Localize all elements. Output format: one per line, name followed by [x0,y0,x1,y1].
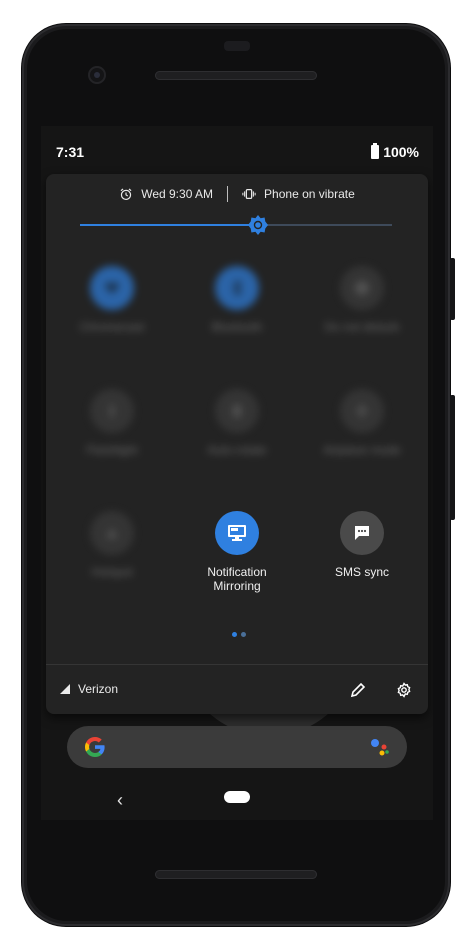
tile-sms-sync[interactable]: SMS sync [302,511,422,579]
footer-divider [46,664,428,665]
page-dot[interactable] [241,632,246,637]
carrier-name: Verizon [78,682,119,696]
tile-bluetooth[interactable]: Bluetooth [177,266,297,334]
volume-button [450,395,455,520]
tile-flashlight-circle [90,389,134,433]
tile-hotspot-circle [90,511,134,555]
hotspot-icon [106,528,118,538]
qs-header: Wed 9:30 AM Phone on vibrate [46,184,428,204]
tile-label: Bluetooth [211,320,263,334]
tile-notification-mirroring[interactable]: Notification Mirroring [177,511,297,593]
bottom-speaker [155,870,317,879]
tile-label: Do not disturb [324,320,400,334]
signal-icon [60,684,70,694]
tile-airplane-circle [340,389,384,433]
tile-auto-rotate-circle [215,389,259,433]
flashlight-icon [110,405,114,417]
message-icon [355,526,369,540]
tile-label-line2: Mirroring [213,579,261,593]
airplane-icon [355,404,369,418]
nav-home-button[interactable] [224,791,250,803]
page-indicator [232,632,246,637]
brightness-slider[interactable] [80,215,392,235]
battery-icon [371,143,380,159]
tile-auto-rotate[interactable]: Auto-rotate [177,389,297,457]
tile-notification-mirroring-circle [215,511,259,555]
google-search-bar[interactable] [67,726,407,768]
ringer-status-text[interactable]: Phone on vibrate [264,187,355,201]
tile-label: Chromecast [79,320,145,334]
brightness-slider-fill [80,224,258,226]
tile-dnd-circle [340,266,384,310]
battery-percent: 100% [383,144,419,160]
monitor-icon [228,525,246,541]
tile-hotspot[interactable]: Hotspot [52,511,172,579]
battery-indicator: 100% [371,143,419,160]
tile-label: Notification Mirroring [177,565,297,593]
proximity-sensor [224,41,250,51]
tile-label-line1: Notification [207,565,267,579]
front-camera [88,66,106,84]
power-button [450,258,455,320]
page-dot-active[interactable] [232,632,237,637]
google-assistant-icon[interactable] [369,737,391,757]
tile-airplane-mode[interactable]: Airplane mode [302,389,422,457]
edit-button[interactable] [348,680,368,700]
google-logo-icon [85,737,105,757]
pencil-icon [350,682,366,698]
tile-chromecast[interactable]: Chromecast [52,266,172,334]
status-time: 7:31 [56,144,85,160]
tile-do-not-disturb[interactable]: Do not disturb [302,266,422,334]
settings-button[interactable] [394,680,414,700]
rotate-icon [233,405,241,417]
header-divider [227,186,229,202]
nav-back-button[interactable]: ‹ [117,790,123,811]
next-alarm-text[interactable]: Wed 9:30 AM [141,187,213,201]
tile-flashlight[interactable]: Flashlight [52,389,172,457]
alarm-clock-icon [120,188,132,201]
vibrate-icon [242,189,256,199]
gear-icon [397,682,411,698]
bluetooth-icon [232,279,243,297]
tile-label: Flashlight [86,443,138,457]
tile-label: SMS sync [334,565,389,579]
tile-label: Hotspot [91,565,133,579]
heart-icon [105,282,119,294]
quick-settings-panel: Wed 9:30 AM Phone on vibrate Chromecast [46,174,428,714]
brightness-thumb-icon[interactable] [247,214,269,236]
tile-label: Auto-rotate [207,443,267,457]
tile-sms-sync-circle [340,511,384,555]
phone-screen: ‹ 7:31 100% Wed 9:30 AM Phone on vibrate [41,126,433,820]
top-speaker [155,71,317,80]
tile-label: Airplane mode [323,443,401,457]
tile-chromecast-circle [90,266,134,310]
carrier-info: Verizon [60,682,118,696]
dnd-icon [355,281,369,295]
tile-bluetooth-circle [215,266,259,310]
status-bar: 7:31 100% [41,126,433,174]
